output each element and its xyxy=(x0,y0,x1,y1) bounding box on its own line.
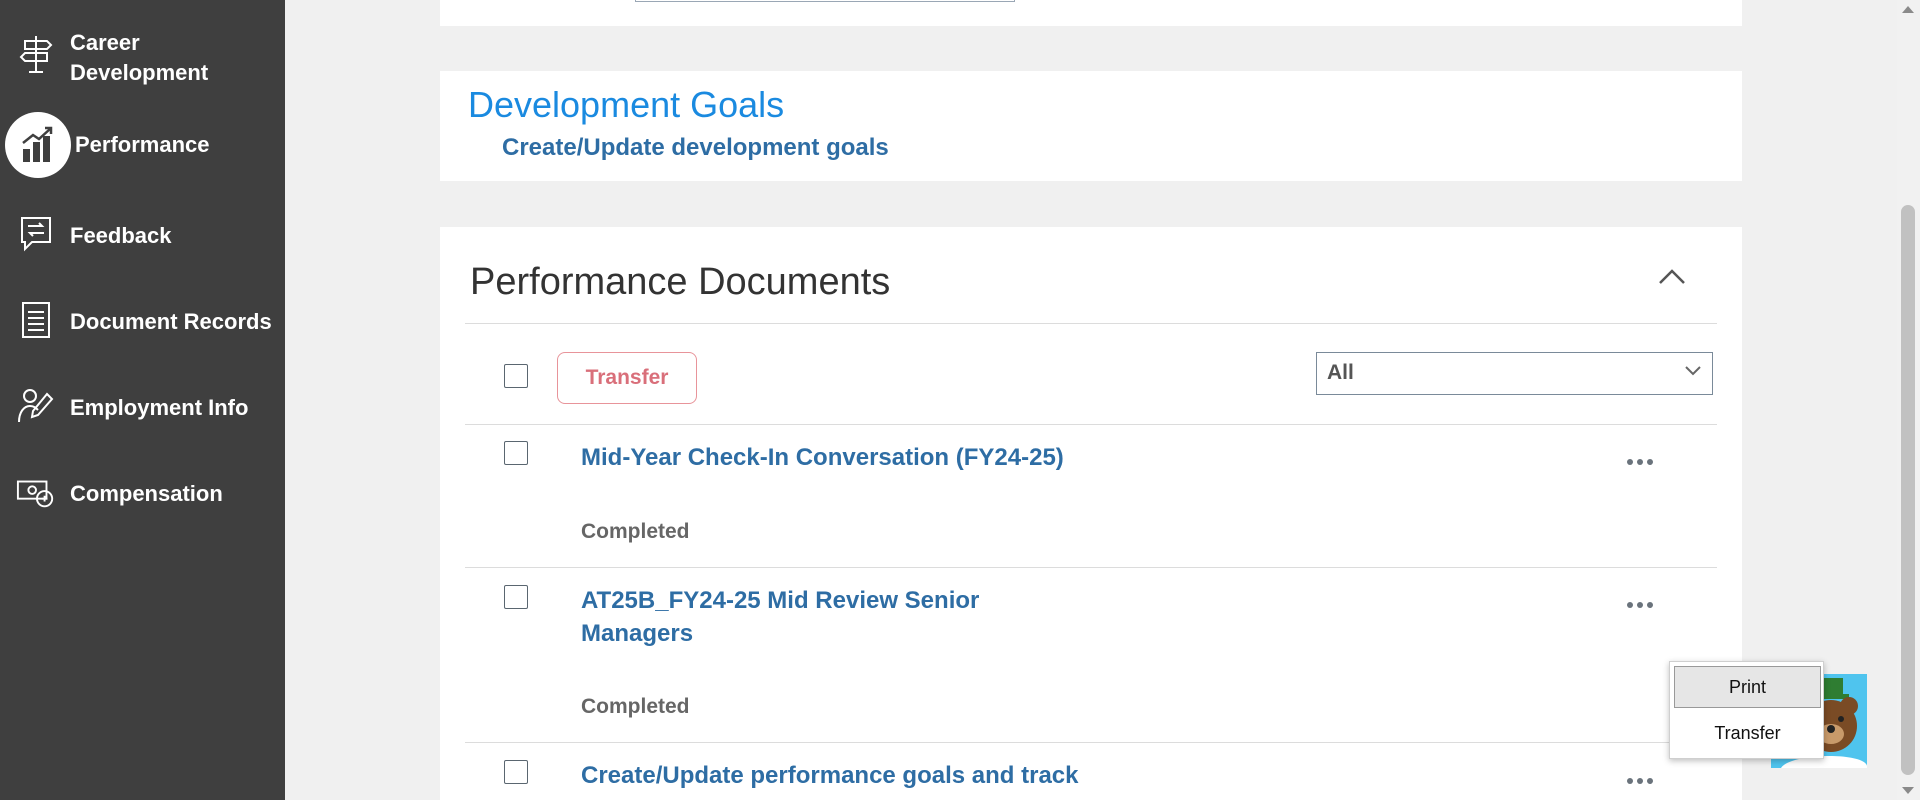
more-options-button[interactable] xyxy=(1620,595,1660,615)
sidebar-item-label: Performance xyxy=(75,132,210,157)
main-content: Development Goals Create/Update developm… xyxy=(285,0,1900,800)
more-options-button[interactable] xyxy=(1620,771,1660,791)
scroll-down-arrow-icon[interactable] xyxy=(1902,787,1914,794)
select-all-checkbox[interactable] xyxy=(504,364,528,388)
collapse-button[interactable] xyxy=(1650,257,1694,297)
filter-select[interactable]: All xyxy=(1316,352,1713,395)
document-status: Completed xyxy=(581,695,690,718)
bar-chart-icon xyxy=(5,112,71,178)
sidebar-item-label: Development xyxy=(70,60,209,85)
scrollbar-thumb[interactable] xyxy=(1901,205,1915,775)
document-icon xyxy=(16,300,56,340)
sidebar-item-employment-info[interactable]: Employment Info xyxy=(0,386,285,430)
feedback-icon xyxy=(16,214,56,254)
dot xyxy=(1647,459,1653,465)
sidebar-item-performance[interactable]: Performance xyxy=(0,112,285,178)
performance-documents-title: Performance Documents xyxy=(470,261,891,303)
sidebar-item-label: Employment Info xyxy=(70,395,249,420)
sidebar-item-label: Document Records xyxy=(70,309,272,334)
sidebar-item-feedback[interactable]: Feedback xyxy=(0,214,285,258)
person-pen-icon xyxy=(16,386,56,426)
development-goals-title: Development Goals xyxy=(468,84,785,125)
dot xyxy=(1637,459,1643,465)
vertical-scrollbar[interactable] xyxy=(1897,0,1920,800)
document-title-link[interactable]: AT25B_FY24-25 Mid Review Senior xyxy=(581,584,979,617)
sidebar-item-label: Feedback xyxy=(70,223,172,248)
performance-documents-card: Performance Documents Transfer All Mid-Y… xyxy=(440,227,1742,800)
sidebar-item-career-development[interactable]: Career Development xyxy=(0,26,285,88)
sidebar-item-document-records[interactable]: Document Records xyxy=(0,300,285,344)
sidebar-item-compensation[interactable]: Compensation xyxy=(0,472,285,516)
document-checkbox[interactable] xyxy=(504,585,528,609)
transfer-button[interactable]: Transfer xyxy=(557,352,697,404)
dot xyxy=(1637,778,1643,784)
dot xyxy=(1627,459,1633,465)
dot xyxy=(1647,602,1653,608)
document-status: Completed xyxy=(581,520,690,543)
signpost-icon xyxy=(16,34,56,74)
menu-item-transfer[interactable]: Transfer xyxy=(1674,712,1821,754)
scroll-up-arrow-icon[interactable] xyxy=(1902,6,1914,13)
menu-item-print[interactable]: Print xyxy=(1674,666,1821,708)
development-goals-card: Development Goals Create/Update developm… xyxy=(440,71,1742,181)
sidebar-item-label: Career xyxy=(70,30,140,55)
dot xyxy=(1627,778,1633,784)
document-checkbox[interactable] xyxy=(504,441,528,465)
dot xyxy=(1627,602,1633,608)
chevron-down-icon xyxy=(1685,366,1701,376)
dot xyxy=(1637,602,1643,608)
sidebar-nav: Career Development Performance Feedback xyxy=(0,0,285,800)
document-title-link[interactable]: Mid-Year Check-In Conversation (FY24-25) xyxy=(581,441,1064,474)
document-title-link[interactable]: Create/Update performance goals and trac… xyxy=(581,759,1079,792)
section-divider xyxy=(465,323,1717,324)
row-divider xyxy=(465,742,1717,743)
sidebar-item-label: Compensation xyxy=(70,481,223,506)
money-icon xyxy=(16,472,56,512)
row-divider xyxy=(465,567,1717,568)
document-checkbox[interactable] xyxy=(504,760,528,784)
row-divider xyxy=(465,424,1717,425)
top-card xyxy=(440,0,1742,26)
dot xyxy=(1647,778,1653,784)
more-options-button[interactable] xyxy=(1620,452,1660,472)
create-development-goals-link[interactable]: Create/Update development goals xyxy=(502,134,889,162)
document-title-link[interactable]: Managers xyxy=(581,617,693,650)
filter-selected-value: All xyxy=(1327,361,1354,384)
chevron-up-icon xyxy=(1659,269,1685,284)
text-input-partial[interactable] xyxy=(635,0,1015,2)
more-options-menu: Print Transfer xyxy=(1669,661,1824,759)
